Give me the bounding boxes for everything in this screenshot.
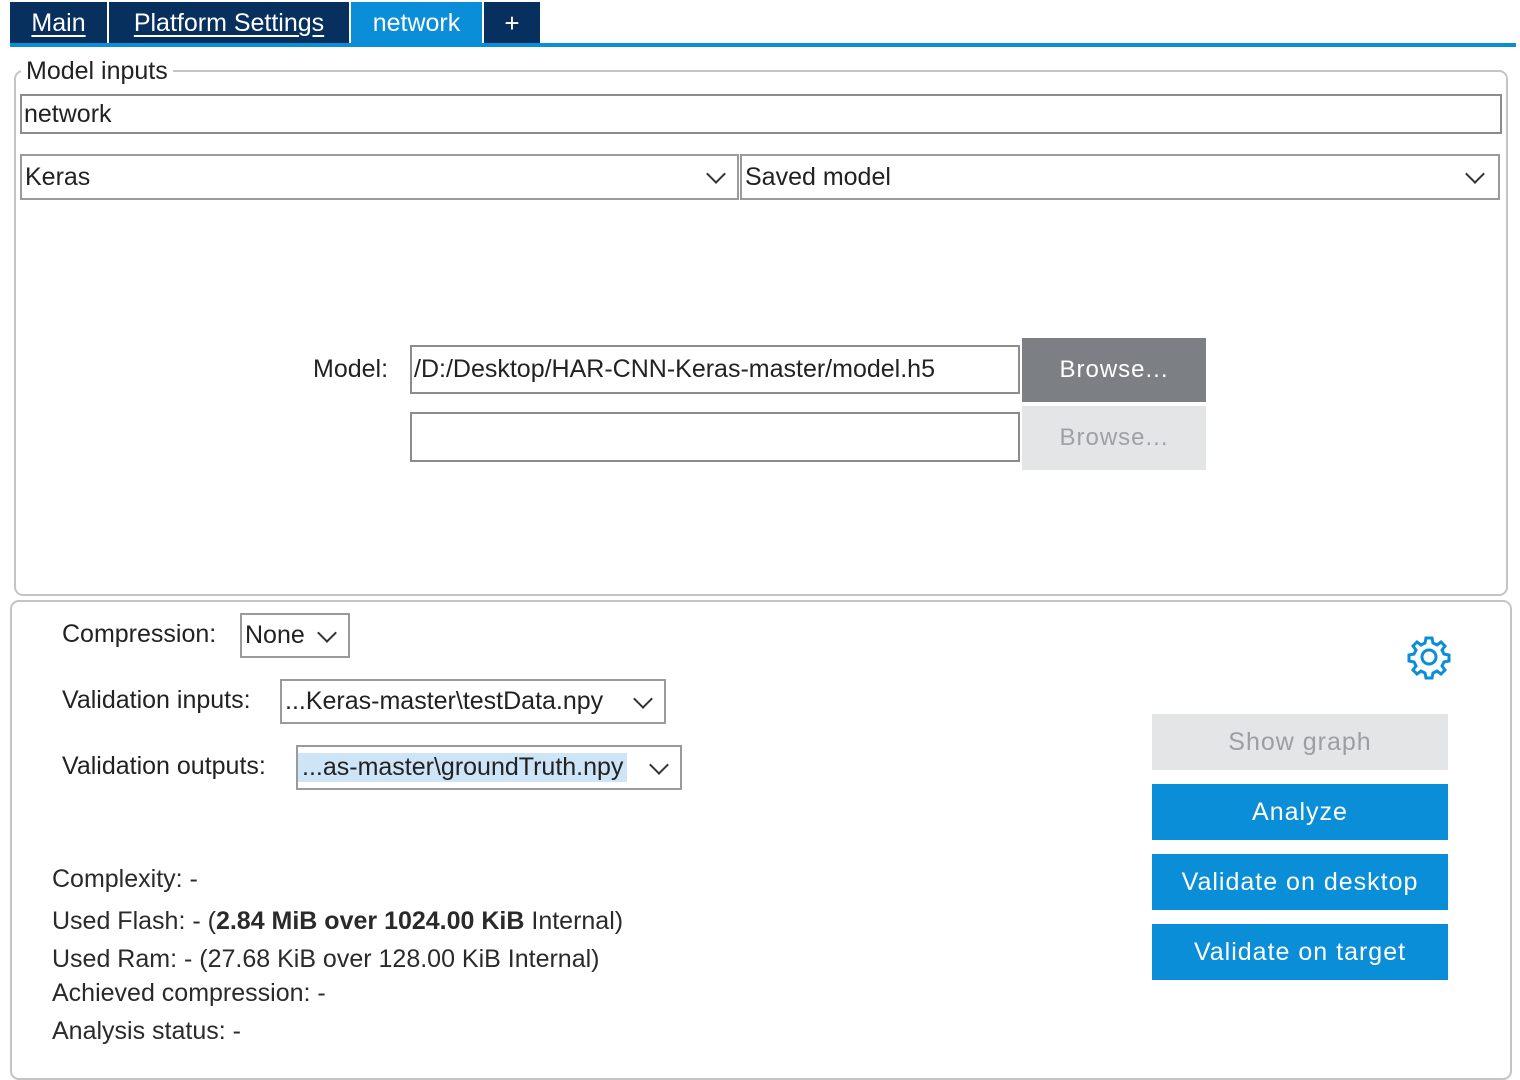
validation-outputs-select[interactable]: ...as-master\groundTruth.npy	[296, 745, 682, 790]
used-ram-text: Used Ram: - (27.68 KiB over 128.00 KiB I…	[52, 945, 600, 973]
framework-select-value: Keras	[25, 162, 91, 191]
validation-outputs-select-value: ...as-master\groundTruth.npy	[298, 753, 628, 782]
model-inputs-group	[14, 70, 1508, 596]
tab-main[interactable]: Main	[10, 2, 107, 44]
chevron-down-icon	[633, 688, 653, 709]
compression-select-value: None	[245, 621, 305, 649]
compression-select[interactable]: None	[240, 613, 350, 658]
chevron-down-icon	[317, 622, 337, 643]
tab-underline	[10, 43, 1516, 47]
compression-label: Compression:	[62, 620, 217, 648]
used-flash-prefix: Used Flash: - (	[52, 907, 216, 935]
show-graph-button: Show graph	[1152, 714, 1448, 770]
chevron-down-icon	[706, 164, 726, 184]
model-path-input[interactable]: /D:/Desktop/HAR-CNN-Keras-master/model.h…	[410, 345, 1020, 394]
validation-inputs-select[interactable]: ...Keras-master\testData.npy	[280, 679, 666, 724]
achieved-compression-text: Achieved compression: -	[52, 979, 326, 1007]
browse-secondary-button: Browse...	[1022, 406, 1206, 470]
browse-model-button[interactable]: Browse...	[1022, 338, 1206, 402]
complexity-text: Complexity: -	[52, 865, 198, 893]
add-tab-button[interactable]: +	[484, 2, 540, 44]
validation-outputs-label: Validation outputs:	[62, 752, 266, 780]
validation-inputs-select-value: ...Keras-master\testData.npy	[285, 687, 604, 715]
chevron-down-icon	[1465, 164, 1485, 184]
chevron-down-icon	[649, 754, 669, 775]
validate-on-target-button[interactable]: Validate on target	[1152, 924, 1448, 980]
network-name-input[interactable]: network	[20, 94, 1502, 134]
gear-icon[interactable]	[1406, 634, 1452, 680]
tab-platform-settings[interactable]: Platform Settings	[109, 2, 349, 44]
secondary-path-input[interactable]	[410, 412, 1020, 462]
framework-select[interactable]: Keras	[20, 154, 739, 200]
used-flash-suffix: Internal)	[524, 907, 624, 935]
model-type-select-value: Saved model	[745, 162, 891, 191]
model-type-select[interactable]: Saved model	[740, 154, 1500, 200]
tab-network[interactable]: network	[351, 2, 482, 44]
validation-inputs-label: Validation inputs:	[62, 686, 251, 714]
analysis-group	[10, 600, 1512, 1080]
analyze-button[interactable]: Analyze	[1152, 784, 1448, 840]
model-label: Model:	[313, 355, 389, 383]
validate-on-desktop-button[interactable]: Validate on desktop	[1152, 854, 1448, 910]
analysis-status-text: Analysis status: -	[52, 1017, 241, 1045]
model-inputs-legend: Model inputs	[21, 57, 173, 85]
used-flash-text: Used Flash: - (2.84 MiB over 1024.00 KiB…	[52, 906, 623, 936]
used-flash-value: 2.84 MiB over 1024.00 KiB	[215, 907, 525, 935]
